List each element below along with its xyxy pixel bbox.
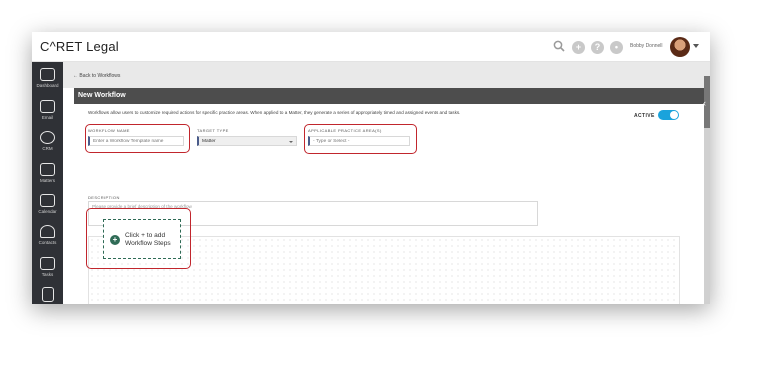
target-type-value: Matter [202, 138, 216, 144]
nav-label: Calendar [38, 209, 57, 214]
top-bar: C^RET Legal + ? • Bobby Donnell [32, 32, 710, 62]
user-name[interactable]: Bobby Donnell [630, 43, 663, 49]
nav-label: Matters [39, 178, 55, 183]
nav-item-contacts[interactable]: Contacts [32, 225, 63, 245]
nav-item-email[interactable]: Email [32, 100, 63, 120]
plus-icon[interactable]: + [572, 41, 585, 54]
matters-icon [40, 163, 55, 176]
nav-label: Dashboard [36, 83, 59, 88]
arrow-left-icon: ← [73, 73, 78, 79]
intro-text: Workflows allow users to customize requi… [88, 110, 461, 115]
dashboard-icon [40, 68, 55, 81]
page-title: New Workflow [78, 92, 126, 99]
back-link-label: Back to Workflows [79, 73, 121, 79]
app-window: C^RET Legal + ? • Bobby Donnell Dashboar… [32, 32, 710, 304]
highlight-practice-areas [304, 124, 417, 154]
target-type-label: TARGET TYPE [197, 128, 229, 133]
avatar[interactable] [670, 37, 690, 57]
nav-item-crm[interactable]: CRM [32, 131, 63, 151]
sidebar-nav: Dashboard Email CRM Matters Calendar Con… [32, 62, 63, 304]
highlight-add-steps [86, 208, 191, 269]
page-header: New Workflow [74, 88, 704, 104]
nav-label: Tasks [41, 272, 54, 277]
nav-item-dashboard[interactable]: Dashboard [32, 68, 63, 88]
nav-label: CRM [42, 146, 53, 151]
description-label: DESCRIPTION [88, 195, 120, 200]
nav-item-matters[interactable]: Matters [32, 163, 63, 183]
chat-icon[interactable]: • [610, 41, 623, 54]
chevron-down-icon [289, 141, 293, 143]
email-icon [40, 100, 55, 113]
highlight-workflow-name [85, 124, 190, 153]
chevron-down-icon[interactable] [693, 44, 699, 48]
active-toggle[interactable] [658, 110, 679, 120]
search-icon[interactable] [553, 40, 565, 52]
help-icon[interactable]: ? [591, 41, 604, 54]
nav-label: Contacts [38, 240, 57, 245]
nav-label: Email [41, 115, 54, 120]
nav-item-tasks[interactable]: Tasks [32, 257, 63, 277]
back-link[interactable]: ← Back to Workflows [73, 73, 120, 79]
contacts-icon [40, 225, 55, 238]
crm-icon [40, 131, 55, 144]
tasks-icon [40, 257, 55, 270]
nav-item-calendar[interactable]: Calendar [32, 194, 63, 214]
app-logo[interactable]: C^RET Legal [40, 39, 119, 54]
target-type-select[interactable]: Matter [197, 136, 297, 146]
breadcrumb: ← Back to Workflows [63, 62, 710, 88]
nav-item-documents[interactable] [32, 287, 63, 302]
calendar-icon [40, 194, 55, 207]
toggle-knob [670, 111, 678, 119]
documents-icon [41, 287, 54, 302]
active-label: ACTIVE [634, 113, 655, 119]
